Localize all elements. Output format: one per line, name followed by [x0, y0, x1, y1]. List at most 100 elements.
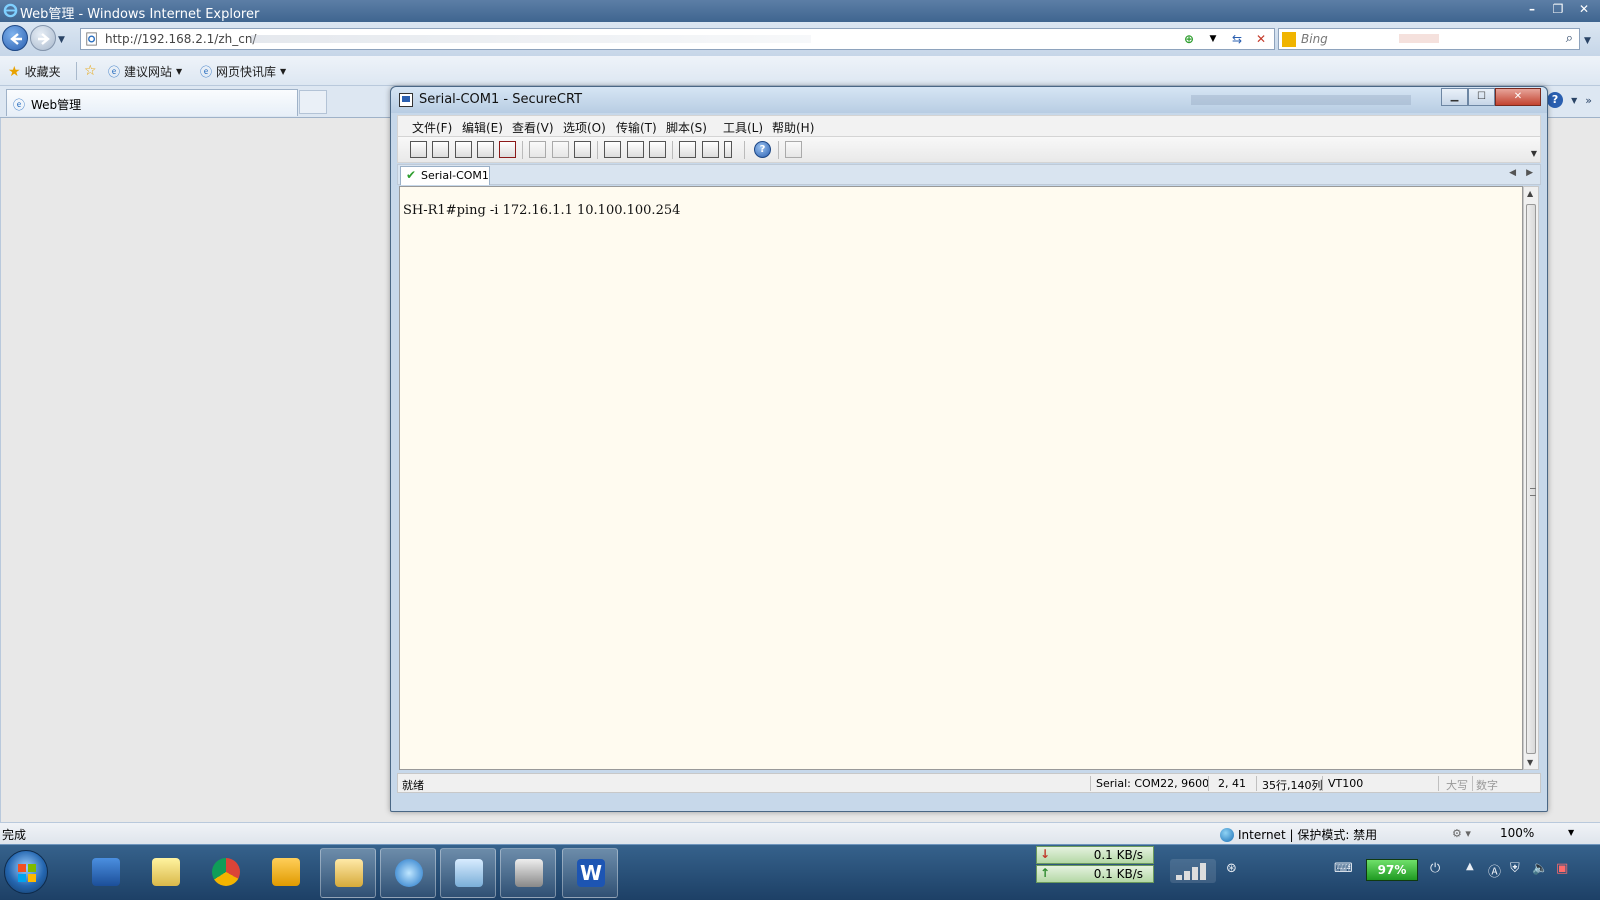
keymap-icon[interactable]: [724, 141, 732, 158]
forward-button[interactable]: [30, 25, 56, 51]
zoom-dropdown-icon[interactable]: ▼: [1568, 828, 1574, 837]
battery-indicator[interactable]: 97%: [1366, 859, 1418, 881]
taskbar-app-outlook[interactable]: [258, 848, 314, 898]
windows-logo-icon: [18, 864, 36, 882]
taskbar-app-internet-explorer[interactable]: [380, 848, 436, 898]
close-button[interactable]: ✕: [1572, 0, 1596, 18]
keymap-editor-icon[interactable]: [785, 141, 802, 158]
refresh-icon[interactable]: ⇆: [1228, 30, 1246, 48]
status-ready: 就绪: [402, 779, 424, 792]
terminal-scrollbar[interactable]: ▲ ▼: [1523, 186, 1539, 770]
taskbar-app-browser[interactable]: [198, 848, 254, 898]
taskbar-app-pen[interactable]: [440, 848, 496, 898]
keyboard-icon[interactable]: ⌨: [1334, 861, 1353, 876]
power-plug-icon[interactable]: ⏻: [1430, 861, 1440, 876]
menu-script[interactable]: 脚本(S): [666, 119, 707, 136]
menu-help[interactable]: 帮助(H): [772, 119, 814, 136]
download-speed-row: ↓ 0.1 KB/s: [1036, 846, 1154, 864]
add-favorite-button[interactable]: ☆: [84, 63, 97, 79]
help-icon[interactable]: ?: [1547, 92, 1564, 108]
tab-scroll-right-icon[interactable]: ▶: [1526, 168, 1533, 178]
printer-icon[interactable]: [649, 141, 666, 158]
network-status-icon[interactable]: ▣: [1556, 861, 1568, 876]
globe-icon: [1220, 827, 1234, 842]
compatibility-icon[interactable]: ⊕: [1180, 30, 1198, 48]
back-button[interactable]: [2, 25, 28, 51]
copy-icon[interactable]: [529, 141, 546, 158]
input-method-icon[interactable]: Ⓐ: [1488, 861, 1501, 880]
tab-web-management[interactable]: ⓔ Web管理: [6, 89, 298, 116]
ie-title-bar: Web管理 - Windows Internet Explorer – ❐ ✕: [0, 0, 1600, 22]
address-url[interactable]: http://192.168.2.1/zh_cn/: [105, 32, 256, 46]
address-bar[interactable]: http://192.168.2.1/zh_cn/ ⊕ ▼ ⇆ ✕: [80, 28, 1275, 50]
scrollbar-thumb[interactable]: [1526, 204, 1536, 754]
menu-view[interactable]: 查看(V): [512, 119, 554, 136]
start-button[interactable]: [4, 850, 48, 894]
status-caps: 大写: [1446, 779, 1468, 792]
tab-scroll-left-icon[interactable]: ◀: [1509, 168, 1516, 178]
shield-icon[interactable]: ⛨: [1510, 861, 1520, 876]
recent-pages-dropdown-icon[interactable]: ▼: [58, 35, 65, 45]
show-hidden-icons-icon[interactable]: ▲: [1466, 861, 1474, 872]
menu-tools[interactable]: 工具(L): [723, 119, 763, 136]
session-options-icon[interactable]: [679, 141, 696, 158]
print-icon[interactable]: [604, 141, 621, 158]
help-icon[interactable]: ?: [754, 141, 771, 158]
terminal-line: SH-R1#ping -i 172.16.1.1 10.100.100.254: [403, 203, 681, 218]
security-zone[interactable]: Internet | 保护模式: 禁用: [1220, 826, 1377, 843]
search-dropdown-icon[interactable]: ▼: [1584, 36, 1591, 46]
session-tab-serial-com1[interactable]: ✔ Serial-COM1: [400, 166, 490, 185]
favorites-button[interactable]: ★ 收藏夹: [8, 63, 61, 80]
menu-options[interactable]: 选项(O): [563, 119, 606, 136]
mail-app-icon: [272, 858, 300, 886]
address-dropdown-icon[interactable]: ▼: [1204, 30, 1222, 48]
global-options-icon[interactable]: [702, 141, 719, 158]
scroll-up-icon[interactable]: ▲: [1527, 189, 1533, 198]
find-icon[interactable]: [574, 141, 591, 158]
reconnect-icon[interactable]: [477, 141, 494, 158]
menu-edit[interactable]: 编辑(E): [462, 119, 503, 136]
new-tab-button[interactable]: [299, 90, 327, 114]
wireless-icon[interactable]: ⊛: [1226, 861, 1237, 876]
restore-button[interactable]: ❐: [1546, 0, 1570, 18]
print-selection-icon[interactable]: [627, 141, 644, 158]
securecrt-title-bar[interactable]: Serial-COM1 - SecureCRT ▁ ☐ ✕: [391, 87, 1547, 113]
crt-maximize-button[interactable]: ☐: [1468, 88, 1495, 106]
disconnect-icon[interactable]: [499, 141, 516, 158]
taskbar-app-word[interactable]: W: [562, 848, 618, 898]
taskbar-app-explorer[interactable]: [320, 848, 376, 898]
taskbar-app-notes[interactable]: [138, 848, 194, 898]
connect-in-tab-icon[interactable]: [455, 141, 472, 158]
search-icon[interactable]: ⌕: [1566, 31, 1573, 46]
crt-minimize-button[interactable]: ▁: [1441, 88, 1468, 106]
suggested-sites-link[interactable]: ⓔ 建议网站 ▼: [108, 63, 182, 80]
terminal-screen[interactable]: SH-R1#ping -i 172.16.1.1 10.100.100.254: [399, 186, 1523, 770]
network-speed-widget: ↓ 0.1 KB/s ↑ 0.1 KB/s: [1036, 846, 1154, 898]
upload-speed-row: ↑ 0.1 KB/s: [1036, 865, 1154, 883]
toolbar-divider: [522, 141, 523, 159]
crt-close-button[interactable]: ✕: [1495, 88, 1541, 106]
volume-icon[interactable]: 🔈: [1532, 861, 1548, 876]
signal-strength-icon[interactable]: [1170, 859, 1216, 883]
stop-icon[interactable]: ✕: [1252, 30, 1270, 48]
chevron-down-icon[interactable]: ▼: [1571, 96, 1577, 105]
add-favorite-icon: ☆: [84, 63, 97, 79]
scroll-down-icon[interactable]: ▼: [1527, 758, 1533, 767]
paste-icon[interactable]: [552, 141, 569, 158]
quick-connect-icon[interactable]: [432, 141, 449, 158]
status-divider: [1208, 776, 1209, 791]
minimize-button[interactable]: –: [1520, 0, 1544, 18]
menu-file[interactable]: 文件(F): [412, 119, 452, 136]
security-settings-icon[interactable]: ⚙ ▾: [1452, 827, 1471, 840]
menu-transfer[interactable]: 传输(T): [616, 119, 657, 136]
toolbar-overflow-icon[interactable]: ▼: [1531, 149, 1537, 158]
connect-icon[interactable]: [410, 141, 427, 158]
search-box[interactable]: Bing ⌕: [1278, 28, 1580, 50]
toolbar-divider: [597, 141, 598, 159]
taskbar-app-securecrt[interactable]: [500, 848, 556, 898]
taskbar-app-network[interactable]: [78, 848, 134, 898]
web-slice-gallery-link[interactable]: ⓔ 网页快讯库 ▼: [200, 63, 286, 80]
bing-icon: [1282, 32, 1296, 47]
more-commands-icon[interactable]: »: [1585, 94, 1592, 107]
zoom-level[interactable]: 100%: [1500, 826, 1534, 840]
